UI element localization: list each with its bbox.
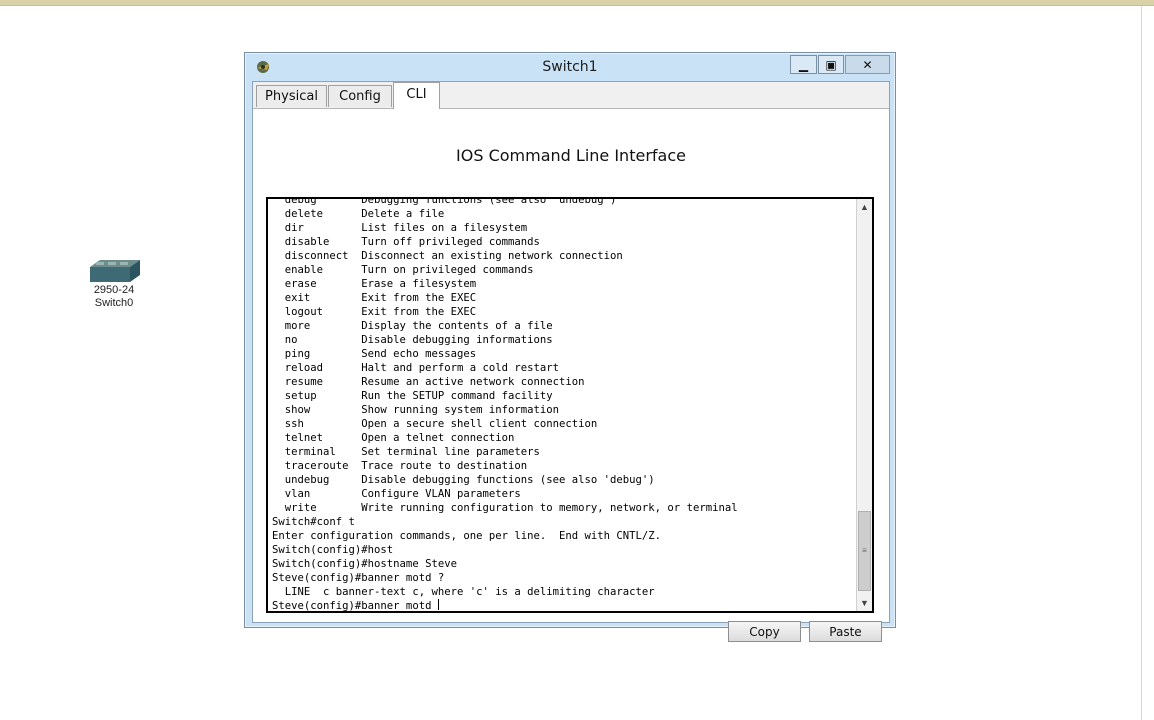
terminal-line: show Show running system information bbox=[284, 404, 560, 416]
terminal-line: LINE c banner-text c, where 'c' is a del… bbox=[284, 586, 655, 598]
terminal-line: resume Resume an active network connecti… bbox=[284, 376, 585, 388]
workspace-right-border bbox=[1141, 6, 1142, 720]
terminal-line: traceroute Trace route to destination bbox=[284, 460, 528, 472]
terminal-prompt: Steve(config)#banner motd bbox=[272, 600, 438, 612]
window-titlebar[interactable]: Switch1 ▁ ▣ ✕ bbox=[245, 53, 895, 81]
minimize-button[interactable]: ▁ bbox=[790, 55, 817, 74]
terminal-line: Steve(config)#banner motd ? bbox=[272, 572, 445, 584]
window-client-area: Physical Config CLI IOS Command Line Int… bbox=[252, 81, 890, 642]
terminal-line: disconnect Disconnect an existing networ… bbox=[284, 250, 623, 262]
terminal-output[interactable]: debug Debugging functions (see also 'und… bbox=[272, 197, 852, 612]
device-name-label: Switch0 bbox=[94, 297, 134, 309]
tab-config[interactable]: Config bbox=[328, 85, 392, 107]
terminal-history: debug Debugging functions (see also 'und… bbox=[272, 197, 738, 598]
terminal-line: more Display the contents of a file bbox=[284, 320, 553, 332]
terminal-line: ping Send echo messages bbox=[284, 348, 477, 360]
maximize-button[interactable]: ▣ bbox=[818, 55, 844, 74]
terminal-line: reload Halt and perform a cold restart bbox=[284, 362, 560, 374]
close-icon: ✕ bbox=[862, 57, 873, 72]
terminal-line: Switch(config)#host bbox=[272, 544, 394, 556]
tab-physical[interactable]: Physical bbox=[256, 85, 327, 107]
terminal-line: erase Erase a filesystem bbox=[284, 278, 477, 290]
terminal-line: Switch(config)#hostname Steve bbox=[272, 558, 457, 570]
terminal-line: disable Turn off privileged commands bbox=[284, 236, 540, 248]
terminal-line: delete Delete a file bbox=[284, 208, 445, 220]
tab-bar: Physical Config CLI bbox=[253, 82, 889, 109]
switch-icon bbox=[90, 260, 140, 282]
device-window: Switch1 ▁ ▣ ✕ Physical Config CLI IOS Co… bbox=[244, 52, 896, 642]
terminal-line: enable Turn on privileged commands bbox=[284, 264, 534, 276]
terminal-line: vlan Configure VLAN parameters bbox=[284, 488, 521, 500]
scroll-down-arrow-icon[interactable]: ▼ bbox=[857, 595, 872, 611]
terminal-line: Enter configuration commands, one per li… bbox=[272, 530, 662, 542]
terminal-line: exit Exit from the EXEC bbox=[284, 292, 477, 304]
terminal-line: ssh Open a secure shell client connectio… bbox=[284, 418, 598, 430]
text-cursor bbox=[437, 599, 439, 610]
close-button[interactable]: ✕ bbox=[845, 55, 890, 74]
terminal-line: logout Exit from the EXEC bbox=[284, 306, 477, 318]
terminal-scrollbar[interactable]: ▲ ≡ ▼ bbox=[856, 199, 872, 611]
maximize-icon: ▣ bbox=[825, 57, 837, 72]
tab-cli[interactable]: CLI bbox=[393, 82, 440, 109]
cli-terminal[interactable]: debug Debugging functions (see also 'und… bbox=[266, 197, 874, 613]
scrollbar-thumb[interactable]: ≡ bbox=[858, 511, 871, 591]
minimize-icon: ▁ bbox=[798, 57, 809, 72]
terminal-line: write Write running configuration to mem… bbox=[284, 502, 738, 514]
device-switch0[interactable]: 2950-24 Switch0 bbox=[86, 258, 142, 310]
terminal-line: terminal Set terminal line parameters bbox=[284, 446, 540, 458]
terminal-line: setup Run the SETUP command facility bbox=[284, 390, 553, 402]
cli-heading: IOS Command Line Interface bbox=[456, 146, 686, 165]
workspace-top-strip bbox=[0, 0, 1154, 6]
device-model-label: 2950-24 bbox=[93, 284, 135, 296]
terminal-line: debug Debugging functions (see also 'und… bbox=[284, 197, 617, 206]
paste-button[interactable]: Paste bbox=[809, 621, 882, 642]
terminal-line: telnet Open a telnet connection bbox=[284, 432, 515, 444]
terminal-line: undebug Disable debugging functions (see… bbox=[284, 474, 655, 486]
terminal-line: no Disable debugging informations bbox=[284, 334, 553, 346]
terminal-line: dir List files on a filesystem bbox=[284, 222, 528, 234]
terminal-line: Switch#conf t bbox=[272, 516, 355, 528]
copy-button[interactable]: Copy bbox=[728, 621, 801, 642]
scroll-up-arrow-icon[interactable]: ▲ bbox=[857, 199, 872, 215]
